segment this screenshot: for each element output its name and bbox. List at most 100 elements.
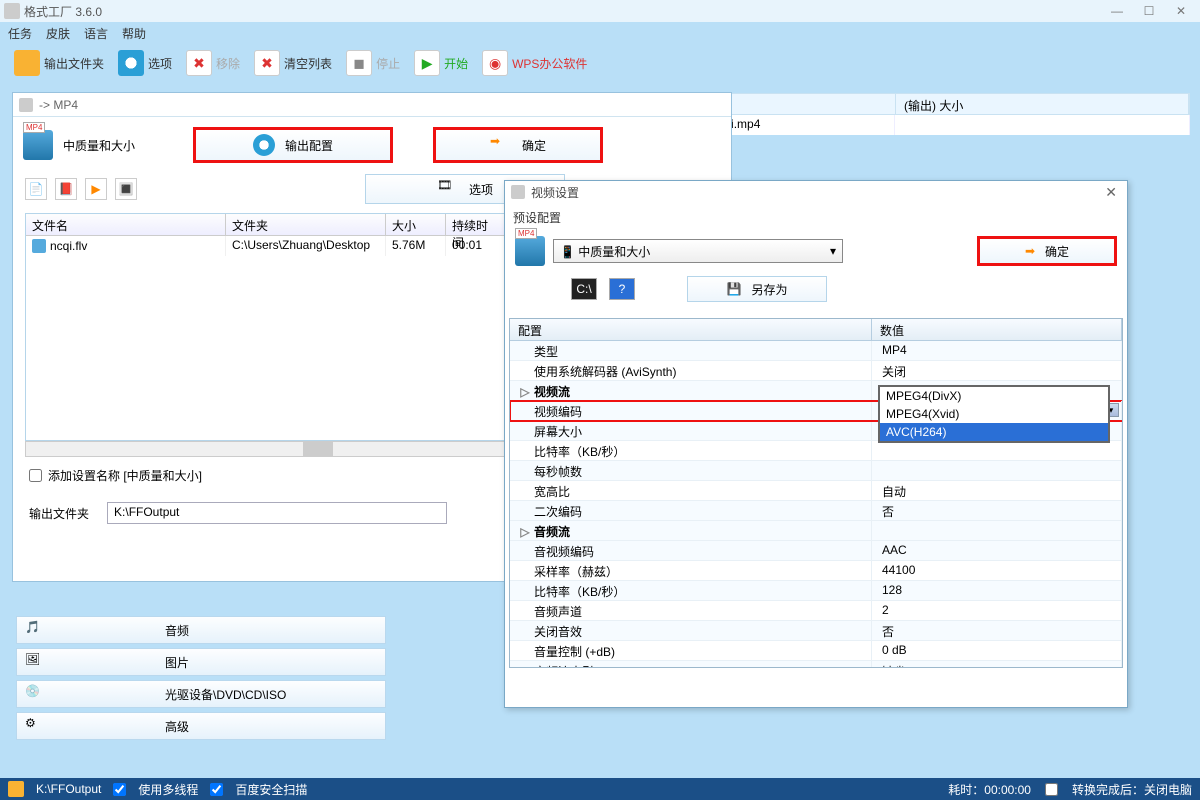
video-codec-dropdown: MPEG4(DivX) MPEG4(Xvid) AVC(H264) <box>878 385 1110 443</box>
queue-col-osize: (输出) 大小 <box>896 94 1189 114</box>
status-folder: K:\FFOutput <box>36 782 101 796</box>
toolbar-start[interactable]: ▶开始 <box>410 48 472 78</box>
grid-row[interactable]: 宽高比自动 <box>510 481 1122 501</box>
baidu-scan-label: 百度安全扫描 <box>235 781 307 798</box>
preset-combobox[interactable]: 📱 中质量和大小▾ <box>553 239 843 263</box>
toolbar-stop[interactable]: ◼停止 <box>342 48 404 78</box>
col-folder[interactable]: 文件夹 <box>226 214 386 235</box>
quality-label: 中质量和大小 <box>63 137 183 154</box>
multithread-label: 使用多线程 <box>138 781 198 798</box>
mp4-ok-button[interactable]: ➡ 确定 <box>433 127 603 163</box>
add-folder-icon[interactable]: 📕 <box>55 178 77 200</box>
gear-icon <box>118 50 144 76</box>
info-icon[interactable]: 🔳 <box>115 178 137 200</box>
menu-skin[interactable]: 皮肤 <box>46 25 70 42</box>
grid-header-key: 配置 <box>510 319 872 340</box>
arrow-right-icon: ➡ <box>1025 244 1035 258</box>
play-preview-icon[interactable]: ▶ <box>85 178 107 200</box>
category-audio[interactable]: 🎵音频 <box>16 616 386 644</box>
console-icon[interactable]: C:\ <box>571 278 597 300</box>
category-image[interactable]: 🖼图片 <box>16 648 386 676</box>
codec-option-divx[interactable]: MPEG4(DivX) <box>880 387 1108 405</box>
delete-icon: ✖ <box>186 50 212 76</box>
menu-help[interactable]: 帮助 <box>122 25 146 42</box>
video-ok-button[interactable]: ➡ 确定 <box>977 236 1117 266</box>
arrow-right-icon: ➡ <box>490 134 512 156</box>
col-size[interactable]: 大小 <box>386 214 446 235</box>
codec-option-h264[interactable]: AVC(H264) <box>880 423 1108 441</box>
grid-row[interactable]: 使用系统解码器 (AviSynth)关闭 <box>510 361 1122 381</box>
grid-row[interactable]: 音量控制 (+dB)0 dB <box>510 641 1122 661</box>
grid-row[interactable]: 音频声道2 <box>510 601 1122 621</box>
disc-icon: 💿 <box>25 684 45 704</box>
video-settings-dialog: 视频设置 ✕ 预设配置 📱 中质量和大小▾ ➡ 确定 C:\ ? 💾 另存为 <box>504 180 1128 708</box>
play-icon: ▶ <box>414 50 440 76</box>
preset-label: 预设配置 <box>505 203 1127 232</box>
grid-row[interactable]: 采样率（赫兹）44100 <box>510 561 1122 581</box>
add-settings-name-checkbox[interactable] <box>29 469 42 482</box>
menu-task[interactable]: 任务 <box>8 25 32 42</box>
grid-row[interactable]: 比特率（KB/秒） <box>510 441 1122 461</box>
toolbar-clear[interactable]: ✖清空列表 <box>250 48 336 78</box>
grid-row[interactable]: 音视频编码AAC <box>510 541 1122 561</box>
col-filename[interactable]: 文件名 <box>26 214 226 235</box>
close-button[interactable]: ✕ <box>1166 2 1196 20</box>
elapsed-label: 耗时：00:00:00 <box>948 781 1031 798</box>
grid-row[interactable]: 关闭音效否 <box>510 621 1122 641</box>
baidu-scan-checkbox[interactable] <box>210 783 223 796</box>
codec-option-xvid[interactable]: MPEG4(Xvid) <box>880 405 1108 423</box>
chevron-down-icon: ▾ <box>830 244 836 258</box>
wps-icon: ◉ <box>482 50 508 76</box>
minimize-button[interactable]: — <box>1102 2 1132 20</box>
save-as-button[interactable]: 💾 另存为 <box>687 276 827 302</box>
folder-icon <box>14 50 40 76</box>
output-folder-input[interactable]: K:\FFOutput <box>107 502 447 524</box>
toolbar-wps[interactable]: ◉WPS办公软件 <box>478 48 591 78</box>
preset-mp4-icon <box>515 236 545 266</box>
save-icon: 💾 <box>727 282 742 296</box>
advanced-icon: ⚙ <box>25 716 45 736</box>
stop-icon: ◼ <box>346 50 372 76</box>
multithread-checkbox[interactable] <box>113 783 126 796</box>
app-icon <box>4 3 20 19</box>
col-duration[interactable]: 持续时间 <box>446 214 506 235</box>
clear-icon: ✖ <box>254 50 280 76</box>
image-icon: 🖼 <box>25 652 45 672</box>
sidebar-categories: 🎵音频 🖼图片 💿光驱设备\DVD\CD\ISO ⚙高级 <box>16 616 386 744</box>
mp4-dialog-icon <box>19 98 33 112</box>
film-icon: 🎞 <box>437 178 459 200</box>
shutdown-checkbox[interactable] <box>1045 783 1058 796</box>
grid-row[interactable]: 比特率（KB/秒）128 <box>510 581 1122 601</box>
grid-row[interactable]: 音频流索引缺省 <box>510 661 1122 667</box>
maximize-button[interactable]: ☐ <box>1134 2 1164 20</box>
toolbar-output-folder[interactable]: 输出文件夹 <box>10 48 108 78</box>
file-icon <box>32 239 46 253</box>
settings-grid: 配置 数值 类型MP4使用系统解码器 (AviSynth)关闭▷视频流视频编码A… <box>509 318 1123 668</box>
gear-icon <box>253 134 275 156</box>
output-folder-label: 输出文件夹 <box>29 505 89 522</box>
help-icon[interactable]: ? <box>609 278 635 300</box>
toolbar-delete[interactable]: ✖移除 <box>182 48 244 78</box>
dialog-close-button[interactable]: ✕ <box>1101 184 1121 201</box>
grid-row[interactable]: 二次编码否 <box>510 501 1122 521</box>
menu-language[interactable]: 语言 <box>84 25 108 42</box>
toolbar: 输出文件夹 选项 ✖移除 ✖清空列表 ◼停止 ▶开始 ◉WPS办公软件 <box>0 44 1200 82</box>
video-settings-icon <box>511 185 525 199</box>
status-folder-icon[interactable] <box>8 781 24 797</box>
grid-section: ▷音频流 <box>510 521 1122 541</box>
add-file-icon[interactable]: 📄 <box>25 178 47 200</box>
grid-row[interactable]: 每秒帧数 <box>510 461 1122 481</box>
grid-header-val: 数值 <box>872 319 1122 340</box>
app-title: 格式工厂 3.6.0 <box>24 3 102 20</box>
category-disc[interactable]: 💿光驱设备\DVD\CD\ISO <box>16 680 386 708</box>
add-settings-name-label: 添加设置名称 [中质量和大小] <box>48 467 202 484</box>
category-advanced[interactable]: ⚙高级 <box>16 712 386 740</box>
output-config-button[interactable]: 输出配置 <box>193 127 393 163</box>
window-titlebar: 格式工厂 3.6.0 — ☐ ✕ <box>0 0 1200 22</box>
toolbar-options[interactable]: 选项 <box>114 48 176 78</box>
mp4-dialog-title: -> MP4 <box>13 93 731 117</box>
shutdown-label: 转换完成后：关闭电脑 <box>1072 781 1192 798</box>
mp4-icon <box>23 130 53 160</box>
video-settings-title: 视频设置 <box>531 184 579 201</box>
grid-row[interactable]: 类型MP4 <box>510 341 1122 361</box>
